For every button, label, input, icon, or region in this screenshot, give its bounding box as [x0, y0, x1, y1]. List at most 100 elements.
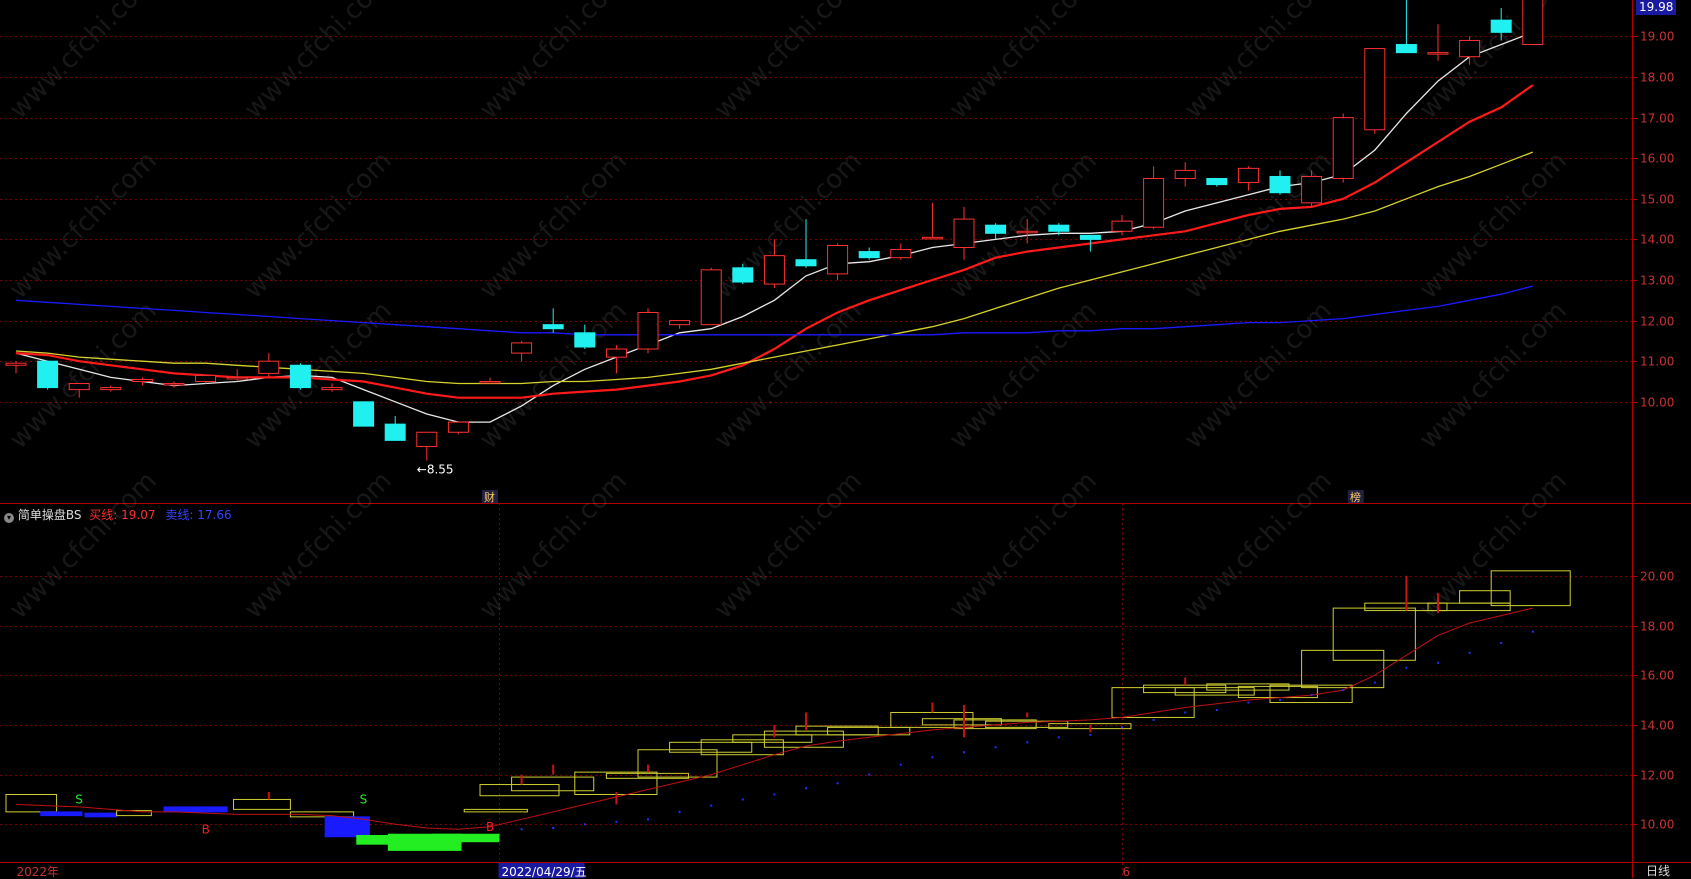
watermark-text: www.cfchi.com	[1414, 296, 1573, 455]
indicator-box	[40, 811, 83, 817]
sell-line-dot	[773, 793, 776, 796]
signal-label: S	[360, 792, 368, 806]
sell-line-dot	[552, 827, 555, 830]
watermark-text: www.cfchi.com	[239, 146, 398, 305]
price-tick-label: 12.00	[1640, 315, 1674, 329]
signal-label: B	[486, 820, 494, 834]
indicator-tick-label: 18.00	[1640, 620, 1674, 634]
signal-label: S	[75, 792, 83, 806]
indicator-box	[479, 784, 560, 797]
candle-body	[1111, 220, 1133, 232]
time-axis-label: 2022年	[17, 865, 60, 878]
watermark-text: www.cfchi.com	[4, 146, 163, 305]
sell-line-dot	[583, 823, 586, 826]
sell-line-dot	[1500, 641, 1503, 644]
candle-body	[763, 255, 785, 285]
indicator-box	[432, 833, 500, 843]
candle-body	[479, 381, 501, 384]
candle-body	[1490, 19, 1512, 33]
candle-body	[1016, 230, 1038, 234]
indicator-box	[233, 798, 291, 810]
indicator-tick-label: 10.00	[1640, 818, 1674, 832]
candle-body	[511, 342, 533, 354]
last-price-box: 19.98	[1636, 0, 1677, 15]
candle-body	[637, 311, 659, 350]
price-tick-label: 17.00	[1640, 112, 1674, 126]
indicator-tick-label: 20.00	[1640, 570, 1674, 584]
candle-body	[700, 269, 722, 326]
sell-line-label: 卖线:	[165, 508, 194, 522]
candle-body	[100, 387, 122, 391]
sell-line-dot	[931, 756, 934, 759]
watermark-text: www.cfchi.com	[709, 466, 868, 625]
last-price-value: 19.98	[1639, 0, 1674, 14]
indicator-box	[1332, 607, 1416, 661]
watermark-text: www.cfchi.com	[474, 466, 633, 625]
indicator-box	[5, 793, 58, 813]
candle-body	[37, 360, 59, 389]
sell-line-dot	[1373, 681, 1376, 684]
price-tick-label: 19.00	[1640, 30, 1674, 44]
candle-body	[827, 244, 849, 275]
candle-body	[985, 224, 1007, 234]
candle-body	[1427, 52, 1449, 55]
candle-body	[5, 362, 27, 366]
candle-body	[384, 423, 406, 441]
watermark-text: www.cfchi.com	[1414, 146, 1573, 305]
candle-body	[858, 251, 880, 259]
indicator-box	[732, 734, 813, 743]
sell-line-dot	[899, 763, 902, 766]
watermark-layer: www.cfchi.com www.cfchi.com www.cfchi.com w…	[4, 0, 1573, 625]
sell-line-dot	[1468, 651, 1471, 654]
sell-line-dot	[1089, 733, 1092, 736]
event-marker: 榜	[1350, 490, 1361, 504]
candle-body	[542, 324, 564, 330]
candle-body	[1269, 175, 1291, 194]
sell-line-dot	[1279, 699, 1281, 702]
collapse-icon[interactable]: ▾	[4, 513, 14, 523]
candle-body	[1332, 117, 1354, 179]
watermark-text: www.cfchi.com	[1414, 0, 1573, 125]
time-axis-label: 6	[1123, 865, 1131, 878]
watermark-text: www.cfchi.com	[474, 146, 633, 305]
candle-body	[1143, 178, 1165, 228]
signal-label: B	[202, 822, 210, 836]
stock-chart[interactable]: www.cfchi.com www.cfchi.com www.cfchi.com w…	[0, 0, 1691, 878]
indicator-tick-label: 14.00	[1640, 719, 1674, 733]
indicator-title: 简单操盘BS	[17, 508, 82, 522]
watermark-text: www.cfchi.com	[4, 466, 163, 625]
period-label: 日线	[1646, 864, 1671, 878]
watermark-text: www.cfchi.com	[239, 0, 398, 125]
indicator-box	[763, 730, 844, 748]
period-button[interactable]: 日线	[1646, 862, 1670, 879]
candle-body	[605, 348, 627, 358]
watermark-text: www.cfchi.com	[709, 0, 868, 125]
watermark-text: www.cfchi.com	[1179, 466, 1338, 625]
watermark-text: www.cfchi.com	[4, 0, 163, 125]
candle-body	[195, 374, 217, 383]
sell-line-dot	[647, 818, 649, 821]
sell-line-dot	[836, 782, 839, 785]
candle-body	[732, 267, 754, 283]
indicator-box	[1301, 649, 1385, 689]
indicator-header: ▾ 简单操盘BS 买线: 19.07 卖线: 17.66	[4, 506, 232, 523]
candle-body	[795, 259, 817, 267]
candle-body	[953, 218, 975, 249]
candle-body	[416, 431, 438, 447]
candle-body	[321, 387, 343, 391]
buy-line-label: 买线:	[89, 508, 118, 522]
candle-body	[1364, 48, 1386, 131]
watermark-text: www.cfchi.com	[944, 296, 1103, 455]
indicator-box	[84, 812, 118, 818]
indicator-panel: S B S B	[5, 570, 1571, 851]
candle-body	[258, 360, 280, 374]
sell-line-dot	[868, 773, 871, 776]
indicator-tick-label: 12.00	[1640, 769, 1674, 783]
candle-body	[1206, 178, 1228, 186]
sell-line-dot	[1121, 726, 1123, 729]
price-tick-label: 16.00	[1640, 152, 1674, 166]
low-marker: ←8.55	[417, 463, 454, 477]
sell-line-dot	[1026, 741, 1029, 744]
candle-body	[1459, 39, 1481, 58]
watermark-text: www.cfchi.com	[1179, 0, 1338, 125]
